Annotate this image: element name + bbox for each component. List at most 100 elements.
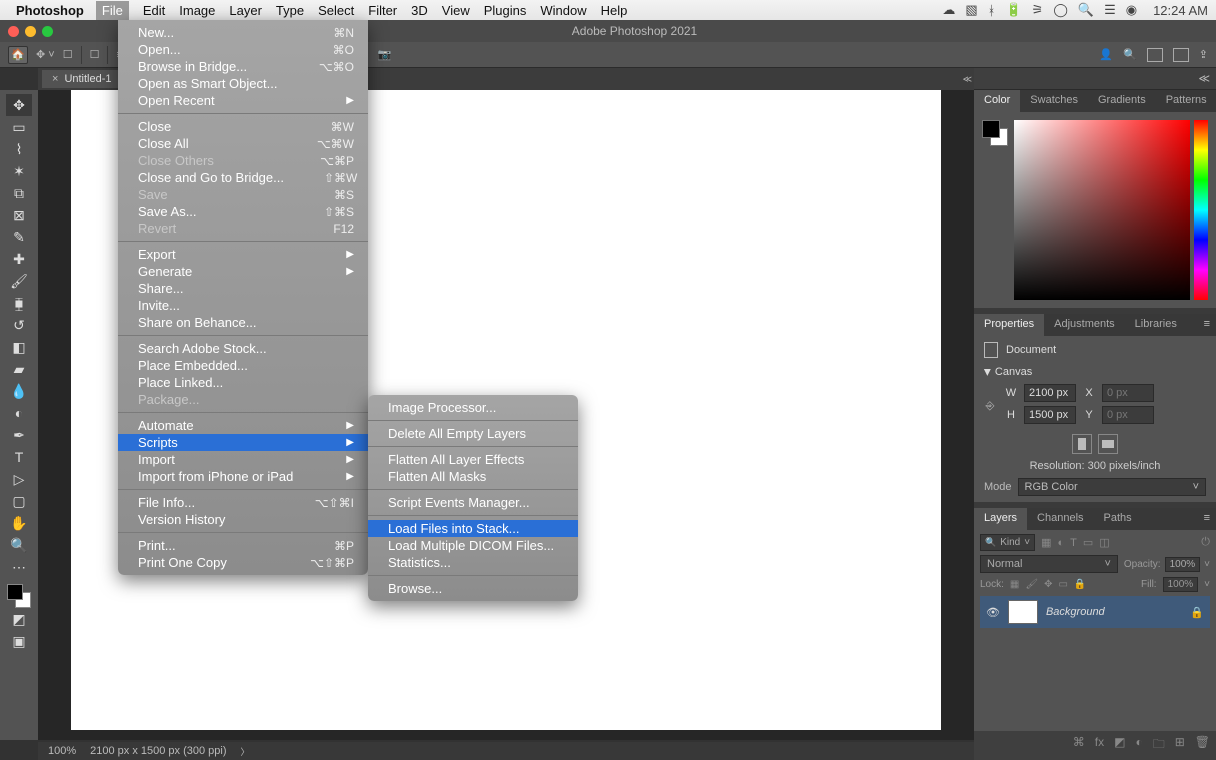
3d-camera-icon[interactable]: 📷 (378, 48, 392, 61)
file-menu-item[interactable]: Open as Smart Object... (118, 75, 368, 92)
layer-lock-icon[interactable]: 🔒 (1190, 606, 1204, 619)
layer-name[interactable]: Background (1046, 606, 1182, 618)
menu-edit[interactable]: Edit (143, 3, 165, 18)
close-tab-icon[interactable]: × (52, 73, 58, 85)
filter-type-icon[interactable]: T (1070, 537, 1077, 549)
rectangle-tool[interactable]: ▢ (6, 490, 32, 512)
menu-layer[interactable]: Layer (229, 3, 262, 18)
file-menu-item[interactable]: Export▶ (118, 246, 368, 263)
tab-overflow-icon[interactable]: ≪ (963, 74, 972, 85)
color-tab-gradients[interactable]: Gradients (1088, 90, 1156, 112)
scripts-menu-item[interactable]: Load Multiple DICOM Files... (368, 537, 578, 554)
delete-layer-icon[interactable]: 🗑 (1195, 735, 1210, 756)
blur-tool[interactable]: 💧 (6, 380, 32, 402)
menu-select[interactable]: Select (318, 3, 354, 18)
color-swatch[interactable] (7, 584, 31, 608)
file-menu-item[interactable]: Print One Copy⌥⇧⌘P (118, 554, 368, 571)
width-input[interactable]: 2100 px (1024, 384, 1076, 402)
link-dimensions-icon[interactable]: ⎆ (984, 400, 996, 413)
status-menu-icon[interactable]: 〉 (241, 745, 250, 758)
file-menu-item[interactable]: Save As...⇧⌘S (118, 203, 368, 220)
battery-icon[interactable]: 🔋 (1005, 2, 1021, 18)
workspace-switcher-icon[interactable] (1147, 48, 1163, 62)
pen-tool[interactable]: ✒ (6, 424, 32, 446)
move-tool[interactable]: ✥ (6, 94, 32, 116)
color-tab-swatches[interactable]: Swatches (1020, 90, 1088, 112)
dodge-tool[interactable]: ◐ (6, 402, 32, 424)
filter-smart-icon[interactable]: ◫ (1099, 536, 1109, 549)
file-menu-item[interactable]: Share... (118, 280, 368, 297)
properties-panel-menu-icon[interactable]: ≡ (1198, 314, 1216, 336)
scripts-menu-item[interactable]: Script Events Manager... (368, 494, 578, 511)
transform-controls-check[interactable]: ☐ (90, 48, 100, 61)
quick-mask-tool[interactable]: ◩ (6, 608, 32, 630)
menu-view[interactable]: View (442, 3, 470, 18)
file-menu-item[interactable]: Open Recent▶ (118, 92, 368, 109)
scripts-menu-item[interactable]: Flatten All Masks (368, 468, 578, 485)
layer-style-icon[interactable]: fx (1095, 735, 1104, 756)
auto-select-check[interactable]: ☐ (63, 48, 73, 61)
height-input[interactable]: 1500 px (1024, 406, 1076, 424)
file-menu-item[interactable]: Search Adobe Stock... (118, 340, 368, 357)
layers-panel-menu-icon[interactable]: ≡ (1198, 508, 1216, 530)
wifi-icon[interactable]: ⚞ (1032, 2, 1044, 18)
color-field[interactable] (1014, 120, 1190, 300)
lock-all-icon[interactable]: 🔒 (1074, 579, 1086, 590)
doc-info[interactable]: 2100 px x 1500 px (300 ppi) (90, 745, 226, 757)
move-tool-icon[interactable]: ✥ ˅ (36, 48, 55, 61)
landscape-button[interactable] (1098, 434, 1118, 454)
control-center-icon[interactable]: ☰ (1104, 2, 1116, 18)
spotlight-icon[interactable]: 🔍 (1078, 2, 1094, 18)
bluetooth-icon[interactable]: ᚼ (988, 3, 996, 18)
file-menu-item[interactable]: Version History (118, 511, 368, 528)
file-menu-item[interactable]: Close⌘W (118, 118, 368, 135)
zoom-tool[interactable]: 🔍 (6, 534, 32, 556)
canvas-section-title[interactable]: Canvas (995, 366, 1032, 378)
scripts-menu-item[interactable]: Delete All Empty Layers (368, 425, 578, 442)
filter-pixel-icon[interactable]: ▦ (1041, 536, 1051, 549)
properties-tab-libraries[interactable]: Libraries (1125, 314, 1187, 336)
layer-filter-kind[interactable]: 🔍Kind˅ (980, 534, 1035, 551)
portrait-button[interactable] (1072, 434, 1092, 454)
file-menu-item[interactable]: Close All⌥⌘W (118, 135, 368, 152)
crop-tool[interactable]: ⧉ (6, 182, 32, 204)
menu-filter[interactable]: Filter (368, 3, 397, 18)
menu-plugins[interactable]: Plugins (484, 3, 527, 18)
screen-mode-icon[interactable] (1173, 48, 1189, 62)
visibility-icon[interactable]: 👁 (986, 606, 1000, 619)
fill-input[interactable]: 100% (1163, 577, 1199, 592)
menu-type[interactable]: Type (276, 3, 304, 18)
layer-row[interactable]: 👁 Background 🔒 (980, 596, 1210, 628)
menu-image[interactable]: Image (179, 3, 215, 18)
siri-icon[interactable]: ◉ (1126, 2, 1137, 18)
file-menu-item[interactable]: Place Embedded... (118, 357, 368, 374)
zoom-window-button[interactable] (42, 26, 53, 37)
mode-select[interactable]: RGB Color˅ (1018, 478, 1206, 496)
path-selection-tool[interactable]: ▷ (6, 468, 32, 490)
file-menu-item[interactable]: Open...⌘O (118, 41, 368, 58)
hue-slider[interactable] (1194, 120, 1208, 300)
home-button[interactable]: 🏠 (8, 46, 28, 64)
healing-brush-tool[interactable]: ✚ (6, 248, 32, 270)
file-menu-item[interactable]: Share on Behance... (118, 314, 368, 331)
zoom-level[interactable]: 100% (48, 745, 76, 757)
blend-mode-select[interactable]: Normal˅ (980, 555, 1118, 573)
history-brush-tool[interactable]: ↺ (6, 314, 32, 336)
file-menu-item[interactable]: Import from iPhone or iPad▶ (118, 468, 368, 485)
link-layers-icon[interactable]: ⌘ (1073, 735, 1085, 756)
lock-transparency-icon[interactable]: ▦ (1010, 579, 1019, 590)
filter-adjustment-icon[interactable]: ◐ (1057, 537, 1064, 549)
layers-tab-channels[interactable]: Channels (1027, 508, 1093, 530)
document-tab[interactable]: × Untitled-1 (42, 70, 122, 88)
edit-toolbar[interactable]: ⋯ (6, 556, 32, 578)
hand-tool[interactable]: ✋ (6, 512, 32, 534)
frame-tool[interactable]: ⊠ (6, 204, 32, 226)
file-menu-item[interactable]: Print...⌘P (118, 537, 368, 554)
menu-file[interactable]: File (96, 1, 129, 20)
layer-mask-icon[interactable]: ◩ (1114, 735, 1125, 756)
scripts-menu-item[interactable]: Statistics... (368, 554, 578, 571)
filter-shape-icon[interactable]: ▭ (1083, 536, 1093, 549)
lock-artboard-icon[interactable]: ▭ (1058, 579, 1067, 590)
search-icon[interactable]: 🔍 (1123, 48, 1137, 61)
layers-tab-layers[interactable]: Layers (974, 508, 1027, 530)
